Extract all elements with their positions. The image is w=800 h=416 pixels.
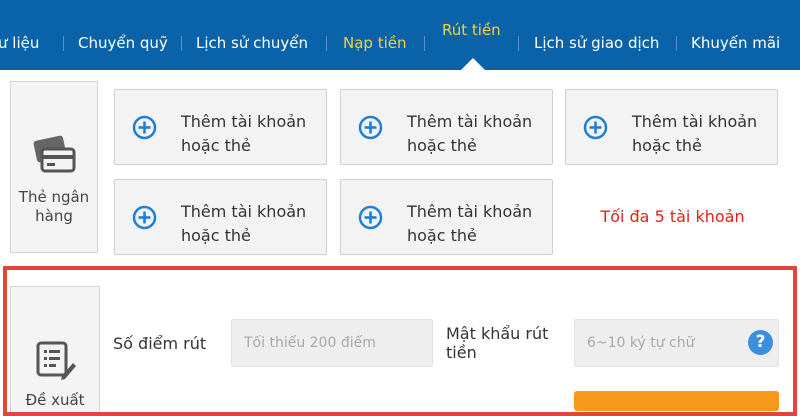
nav-separator bbox=[424, 36, 425, 51]
bank-card-panel: Thẻ ngân hàng bbox=[10, 81, 98, 253]
nav-item-tai-lieu[interactable]: ư liệu bbox=[0, 33, 39, 53]
top-navigation: ư liệu Chuyển quỹ Lịch sử chuyển Nạp tiề… bbox=[0, 0, 800, 70]
add-account-label: Thêm tài khoản hoặc thẻ bbox=[632, 112, 758, 155]
nav-item-khuyen-mai[interactable]: Khuyến mãi bbox=[691, 33, 780, 53]
plus-circle-icon bbox=[583, 115, 608, 140]
nav-item-rut-tien[interactable]: Rút tiền bbox=[442, 20, 501, 40]
bank-card-label: Thẻ ngân hàng bbox=[18, 188, 90, 225]
add-account-label: Thêm tài khoản hoặc thẻ bbox=[407, 202, 533, 245]
add-account-button[interactable]: Thêm tài khoản hoặc thẻ bbox=[114, 89, 327, 165]
add-account-button[interactable]: Thêm tài khoản hoặc thẻ bbox=[114, 179, 327, 255]
nav-separator bbox=[676, 36, 677, 51]
nav-item-chuyen-quy[interactable]: Chuyển quỹ bbox=[78, 33, 168, 53]
add-account-button[interactable]: Thêm tài khoản hoặc thẻ bbox=[340, 89, 553, 165]
highlight-box bbox=[3, 266, 797, 416]
add-account-label: Thêm tài khoản hoặc thẻ bbox=[181, 202, 307, 245]
nav-separator bbox=[63, 36, 64, 51]
plus-circle-icon bbox=[358, 115, 383, 140]
active-tab-caret bbox=[461, 58, 485, 70]
account-limit-note: Tối đa 5 tài khoản bbox=[600, 207, 745, 226]
add-account-label: Thêm tài khoản hoặc thẻ bbox=[407, 112, 533, 155]
nav-separator bbox=[181, 36, 182, 51]
add-account-label: Thêm tài khoản hoặc thẻ bbox=[181, 112, 307, 155]
add-account-button[interactable]: Thêm tài khoản hoặc thẻ bbox=[340, 179, 553, 255]
plus-circle-icon bbox=[132, 115, 157, 140]
plus-circle-icon bbox=[132, 205, 157, 230]
nav-item-lich-su-chuyen[interactable]: Lịch sử chuyển bbox=[196, 33, 308, 53]
add-account-button[interactable]: Thêm tài khoản hoặc thẻ bbox=[565, 89, 778, 165]
plus-circle-icon bbox=[358, 205, 383, 230]
nav-separator bbox=[326, 36, 327, 51]
nav-item-nap-tien[interactable]: Nạp tiền bbox=[343, 33, 407, 53]
nav-separator bbox=[518, 36, 519, 51]
credit-cards-icon bbox=[33, 135, 76, 173]
nav-item-lich-su-giao-dich[interactable]: Lịch sử giao dịch bbox=[534, 33, 659, 53]
